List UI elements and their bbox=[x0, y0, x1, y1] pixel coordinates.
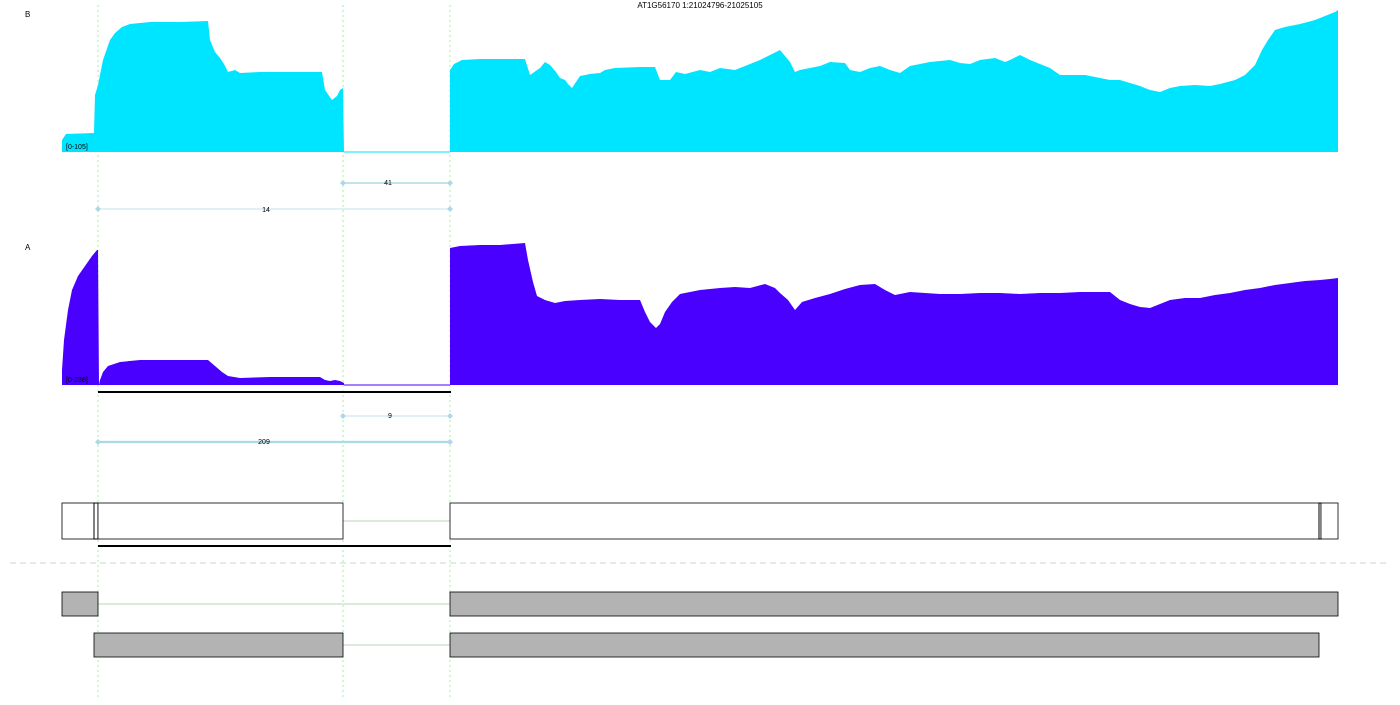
track-label: B bbox=[25, 10, 30, 19]
coverage-area-b bbox=[62, 10, 1338, 152]
sashimi-plot-canvas: AT1G56170 1:21024796-21025105 B [0-105] … bbox=[10, 1, 1390, 698]
junction-end-marker bbox=[447, 413, 453, 419]
junction-end-marker bbox=[447, 206, 453, 212]
exon-box bbox=[449, 502, 1320, 540]
junction-9: 9 bbox=[340, 413, 453, 420]
track-range-label: [0-105] bbox=[66, 144, 88, 151]
exon-box bbox=[93, 632, 344, 658]
junction-count-label: 14 bbox=[262, 207, 270, 214]
junction-end-marker bbox=[447, 439, 453, 445]
exon-box bbox=[97, 502, 344, 540]
junction-start-marker bbox=[95, 439, 101, 445]
junction-count-label: 41 bbox=[384, 180, 392, 187]
gene-model bbox=[61, 502, 1339, 547]
junction-41: 41 bbox=[340, 180, 453, 187]
junction-count-label: 9 bbox=[388, 413, 392, 420]
track-range-label: [0-238] bbox=[66, 377, 88, 384]
track-label: A bbox=[25, 243, 31, 252]
track-a: A [0-238] 9 209 bbox=[25, 243, 1338, 446]
exon-box bbox=[93, 502, 99, 540]
exon-box bbox=[449, 591, 1339, 617]
transcript-2 bbox=[93, 632, 1320, 658]
coverage-area-a bbox=[62, 243, 1338, 385]
exon-box bbox=[1320, 502, 1339, 540]
junction-start-marker bbox=[340, 180, 346, 186]
junction-start-marker bbox=[95, 206, 101, 212]
junction-start-marker bbox=[340, 413, 346, 419]
transcript-1 bbox=[61, 591, 1339, 617]
sashimi-plot: AT1G56170 1:21024796-21025105 B [0-105] … bbox=[0, 0, 1400, 700]
track-b: B [0-105] 41 14 bbox=[25, 10, 1338, 214]
junction-209: 209 bbox=[95, 439, 453, 446]
exon-box bbox=[449, 632, 1320, 658]
exon-box bbox=[61, 591, 99, 617]
junction-end-marker bbox=[447, 180, 453, 186]
exon-box bbox=[61, 502, 95, 540]
junction-14: 14 bbox=[95, 206, 453, 214]
junction-count-label: 209 bbox=[258, 439, 270, 446]
plot-title: AT1G56170 1:21024796-21025105 bbox=[637, 1, 763, 10]
